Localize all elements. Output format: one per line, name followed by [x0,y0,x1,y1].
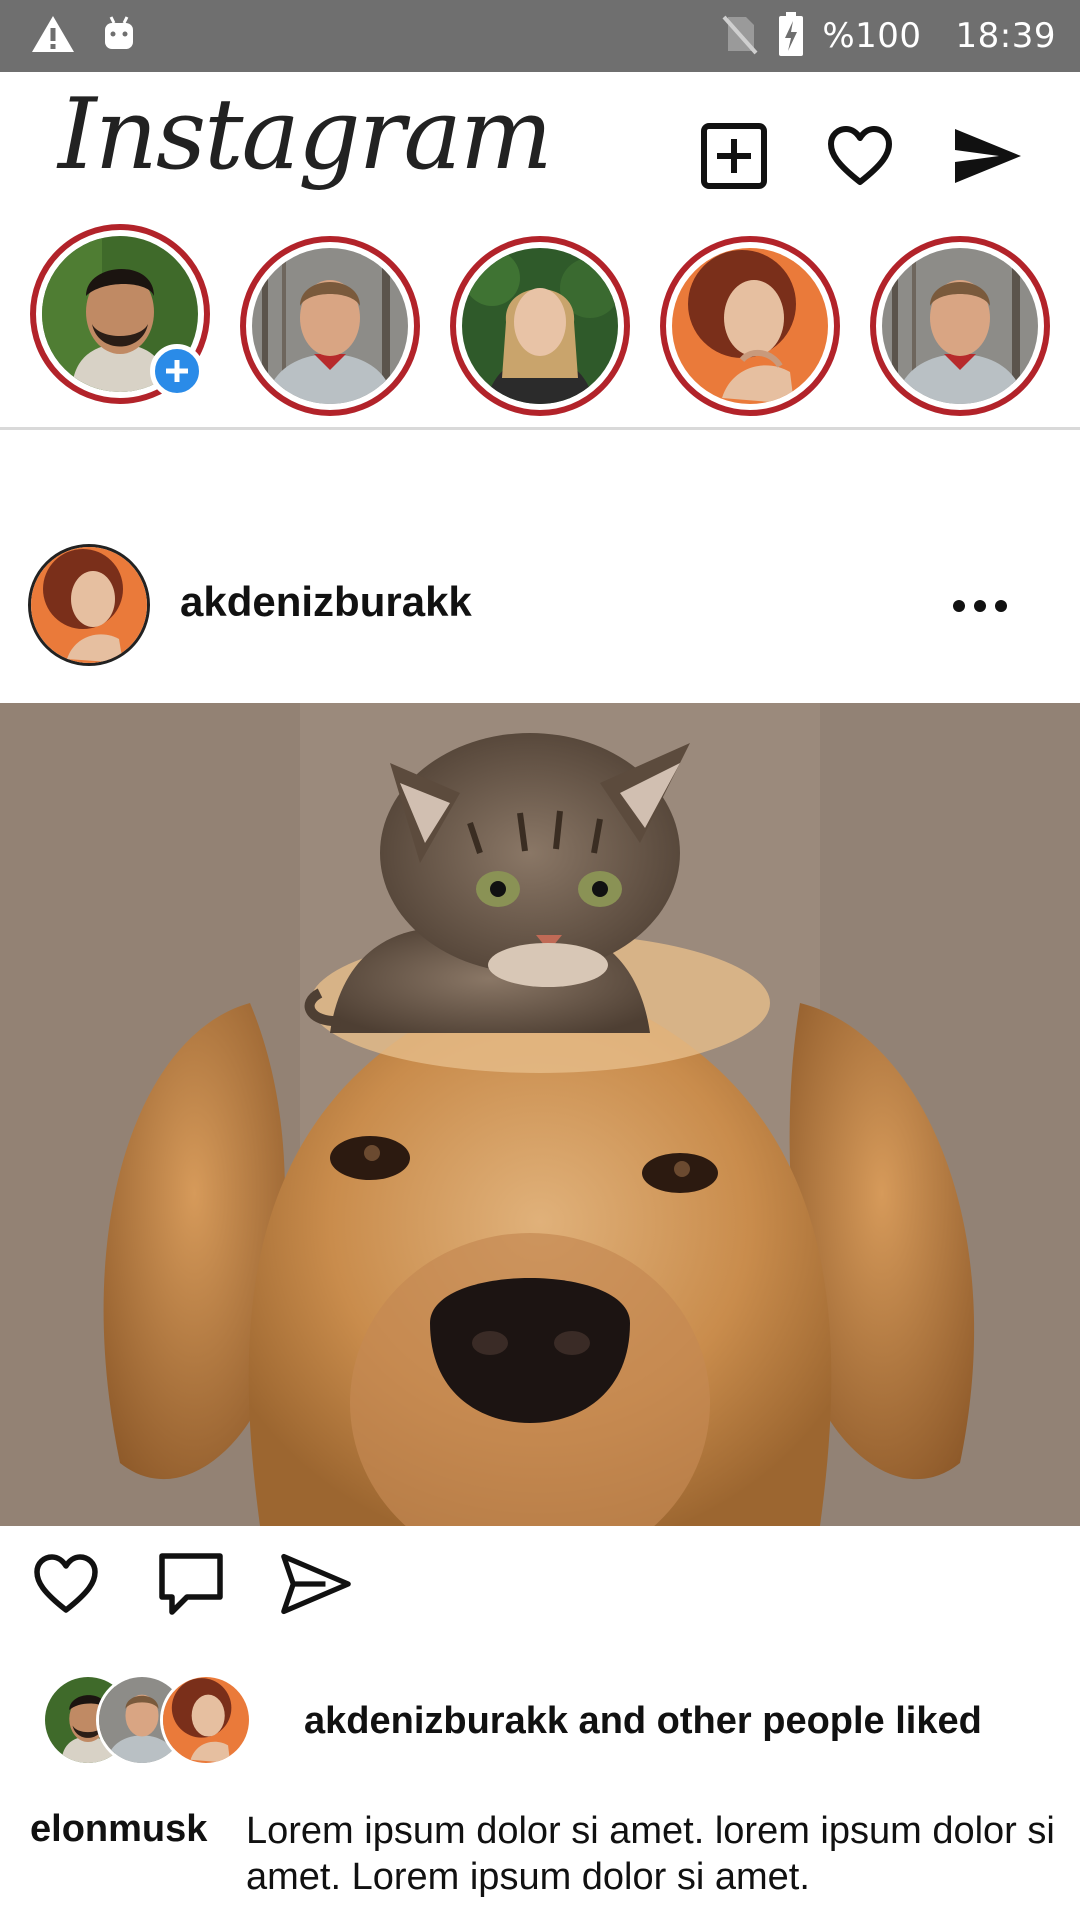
share-icon[interactable] [280,1548,352,1620]
story-own[interactable] [30,224,210,404]
clock: 18:39 [955,16,1056,56]
warning-icon [30,14,76,59]
caption-username[interactable]: elonmusk [30,1808,207,1851]
stories-bar [0,220,1080,430]
add-story-button[interactable] [150,344,204,398]
battery-percent: %100 [822,16,922,56]
android-icon [102,15,136,58]
send-icon[interactable] [952,120,1024,192]
battery-charging-icon [778,11,804,61]
story-avatar [252,248,408,404]
post-actions [0,1540,1080,1620]
post-username[interactable]: akdenizburakk [180,578,472,626]
story-item[interactable] [660,236,840,416]
heart-icon[interactable] [824,120,896,192]
new-post-icon[interactable] [698,120,770,192]
post-header: akdenizburakk [0,540,1080,670]
app-header: Instagram [0,72,1080,222]
story-item[interactable] [240,236,420,416]
post-image[interactable] [0,703,1080,1526]
story-avatar [672,248,828,404]
story-avatar [462,248,618,404]
comment-icon[interactable] [155,1548,227,1620]
caption-text: Lorem ipsum dolor si amet. lorem ipsum d… [246,1810,1055,1898]
liked-by-row[interactable]: akdenizburakk and other people liked [0,1670,1080,1770]
liked-by-text[interactable]: akdenizburakk and other people liked [304,1700,982,1743]
like-icon[interactable] [30,1548,102,1620]
liker-avatar [160,1674,252,1766]
post-caption: elonmusk Lorem ipsum dolor si amet. lore… [0,1796,1080,1906]
no-sim-icon [720,13,760,60]
story-item[interactable] [450,236,630,416]
post-author-avatar[interactable] [28,544,150,666]
more-options-icon[interactable] [940,576,1020,636]
story-item[interactable] [870,236,1050,416]
instagram-logo: Instagram [58,78,553,192]
status-bar: %100 18:39 [0,0,1080,72]
story-avatar [882,248,1038,404]
